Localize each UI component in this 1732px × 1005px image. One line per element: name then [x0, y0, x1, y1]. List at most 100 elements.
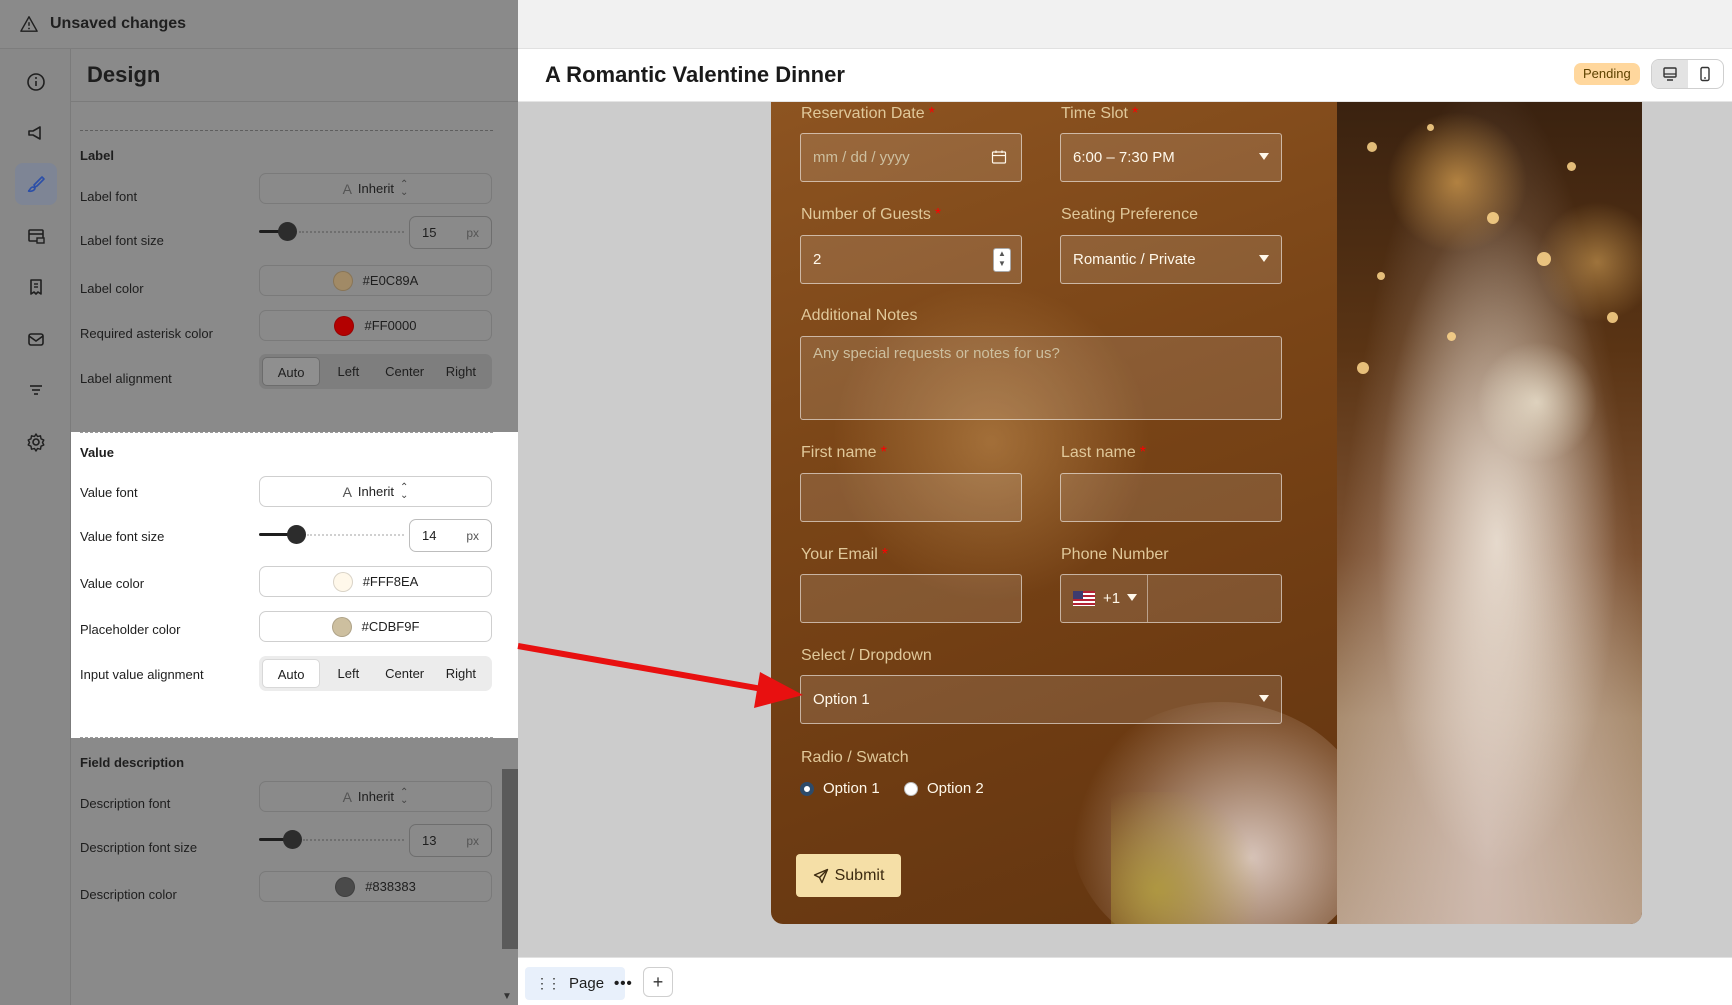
pages-bar: ⋮⋮ Page ••• + [518, 957, 1732, 1005]
icon-rail [0, 49, 71, 1005]
seating-label: Seating Preference [1061, 206, 1198, 223]
settings-icon[interactable] [15, 421, 57, 463]
chevron-down-icon [1259, 153, 1269, 160]
font-icon: A [342, 483, 352, 500]
add-page-button[interactable]: + [643, 967, 673, 997]
page-tab[interactable]: ⋮⋮ Page ••• [525, 967, 632, 1000]
align-left[interactable]: Left [320, 659, 376, 688]
align-right[interactable]: Right [433, 659, 489, 688]
drag-handle-icon[interactable]: ⋮⋮ [535, 975, 561, 992]
align-auto[interactable]: Auto [262, 659, 321, 688]
notes-textarea[interactable]: Any special requests or notes for us? [800, 336, 1282, 420]
panel-scrollbar[interactable] [502, 769, 518, 949]
receipt-icon[interactable] [15, 266, 57, 308]
description-font-size-input[interactable]: 13 px [409, 824, 492, 857]
description-font-label: Description font [80, 796, 171, 811]
radio-option-2[interactable]: Option 2 [904, 780, 984, 797]
brush-icon[interactable] [15, 163, 57, 205]
panel-title: Design [71, 49, 518, 102]
last-name-input[interactable] [1060, 473, 1282, 522]
reservation-date-input[interactable]: mm / dd / yyyy [800, 133, 1022, 182]
slider-knob[interactable] [287, 525, 306, 544]
description-font-select[interactable]: A Inherit ⌃ ⌄ [259, 781, 492, 812]
seating-select[interactable]: Romantic / Private [1060, 235, 1282, 284]
more-icon[interactable]: ••• [614, 975, 633, 992]
phone-input[interactable]: +1 [1060, 574, 1282, 623]
mobile-icon [1700, 66, 1710, 82]
us-flag-icon [1073, 591, 1095, 606]
asterisk-color-picker[interactable]: #FF0000 [259, 310, 492, 341]
label-font-size-input[interactable]: 15 px [409, 216, 492, 249]
form-card: Reservation Date * mm / dd / yyyy Time Sl… [771, 102, 1642, 924]
description-color-swatch [335, 876, 356, 897]
chevron-down-icon [1259, 255, 1269, 262]
value-section-title: Value [80, 445, 114, 460]
align-left[interactable]: Left [320, 357, 376, 386]
radio-button[interactable] [800, 781, 814, 796]
align-center[interactable]: Center [377, 357, 433, 386]
reservation-date-label: Reservation Date * [801, 105, 935, 122]
warning-icon [20, 16, 38, 32]
label-alignment-control[interactable]: Auto Left Center Right [259, 354, 492, 389]
mobile-view-button[interactable] [1688, 60, 1724, 88]
scroll-down-icon[interactable]: ▼ [502, 991, 514, 1003]
mail-icon[interactable] [15, 318, 57, 360]
email-label: Your Email * [801, 546, 889, 563]
description-section: Field description Description font A Inh… [71, 738, 518, 1005]
number-stepper[interactable]: ▲ ▼ [993, 248, 1011, 272]
placeholder-color-picker[interactable]: #CDBF9F [259, 611, 492, 642]
font-icon: A [342, 788, 352, 805]
asterisk-color-label: Required asterisk color [80, 326, 213, 341]
asterisk-color-swatch [334, 315, 355, 336]
radio-label: Radio / Swatch [801, 749, 909, 766]
slider-knob[interactable] [283, 830, 302, 849]
chevron-down-icon[interactable] [1127, 594, 1137, 601]
megaphone-icon[interactable] [15, 112, 57, 154]
time-slot-label: Time Slot * [1061, 105, 1139, 122]
desktop-view-button[interactable] [1652, 60, 1688, 88]
placeholder-color-label: Placeholder color [80, 622, 181, 637]
chevron-down-icon [1259, 695, 1269, 702]
align-right[interactable]: Right [433, 357, 489, 386]
value-color-picker[interactable]: #FFF8EA [259, 566, 492, 597]
label-font-select[interactable]: A Inherit ⌃ ⌄ [259, 173, 492, 204]
updown-icon: ⌃ ⌄ [400, 178, 409, 198]
dropdown-label: Select / Dropdown [801, 647, 932, 664]
value-color-swatch [332, 571, 353, 592]
first-name-input[interactable] [800, 473, 1022, 522]
radio-button[interactable] [904, 781, 918, 796]
submit-button[interactable]: Submit [796, 854, 901, 897]
description-color-picker[interactable]: #838383 [259, 871, 492, 902]
value-color-label: Value color [80, 576, 145, 591]
description-font-size-slider[interactable] [259, 829, 404, 849]
info-icon[interactable] [15, 61, 57, 103]
dropdown-select[interactable]: Option 1 [800, 675, 1282, 724]
guests-label: Number of Guests * [801, 206, 942, 223]
label-color-picker[interactable]: #E0C89A [259, 265, 492, 296]
slider-knob[interactable] [278, 222, 297, 241]
label-font-size-slider[interactable] [259, 221, 404, 241]
radio-option-1[interactable]: Option 1 [800, 780, 880, 797]
unsaved-changes-bar: Unsaved changes [0, 0, 518, 49]
preview-top-strip [518, 0, 1732, 49]
align-center[interactable]: Center [377, 659, 433, 688]
email-input[interactable] [800, 574, 1022, 623]
value-font-select[interactable]: A Inherit ⌃ ⌄ [259, 476, 492, 507]
label-font-size-label: Label font size [80, 233, 164, 248]
layout-icon[interactable] [15, 215, 57, 257]
value-font-size-input[interactable]: 14 px [409, 519, 492, 552]
device-toggle[interactable] [1651, 59, 1724, 89]
placeholder-color-swatch [331, 616, 352, 637]
guests-input[interactable]: 2 ▲ ▼ [800, 235, 1022, 284]
phone-label: Phone Number [1061, 546, 1169, 563]
input-alignment-control[interactable]: Auto Left Center Right [259, 656, 492, 691]
form-area: Reservation Date * mm / dd / yyyy Time Sl… [771, 102, 1371, 924]
time-slot-select[interactable]: 6:00 – 7:30 PM [1060, 133, 1282, 182]
input-alignment-label: Input value alignment [80, 667, 204, 682]
value-font-size-slider[interactable] [259, 524, 404, 544]
list-icon[interactable] [15, 369, 57, 411]
align-auto[interactable]: Auto [262, 357, 321, 386]
description-section-title: Field description [80, 755, 185, 770]
label-color-label: Label color [80, 281, 144, 296]
country-code[interactable]: +1 [1103, 590, 1120, 607]
